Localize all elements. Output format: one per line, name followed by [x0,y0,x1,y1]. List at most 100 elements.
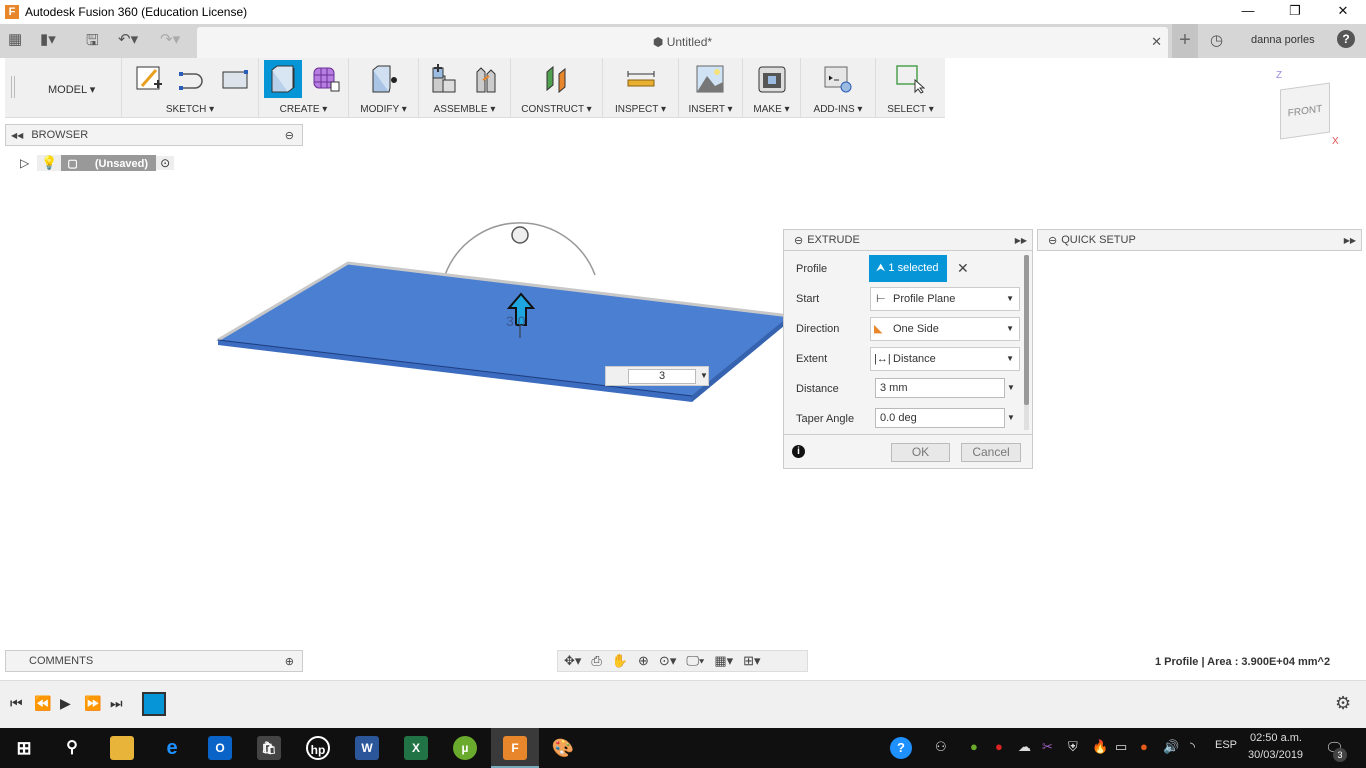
view-cube-front[interactable]: FRONT [1280,82,1330,140]
create-sketch-icon[interactable] [134,64,164,94]
viewports-icon[interactable]: ⊞▾ [743,653,760,669]
clock-date[interactable]: 30/03/2019 [1248,749,1303,761]
comments-panel-header[interactable]: COMMENTS ⊕ [5,650,303,672]
file-menu-icon[interactable]: ▮▾ [40,30,56,48]
create-menu[interactable]: CREATE [280,104,320,115]
distance-dropdown-icon[interactable]: ▼ [1007,383,1015,392]
people-icon[interactable]: ⚇ [935,739,947,755]
select-group[interactable]: SELECT ▾ [876,58,945,118]
wifi-icon[interactable]: ◝ [1190,739,1195,755]
visibility-bulb-icon[interactable]: 💡 [37,155,62,171]
dialog-scrollbar[interactable] [1024,255,1029,430]
start-dropdown[interactable]: ⊢ Profile Plane ▼ [870,287,1020,311]
select-icon[interactable] [895,64,925,94]
construct-menu[interactable]: CONSTRUCT [521,104,584,115]
step-forward-icon[interactable]: ⏩ [84,695,101,712]
3d-print-icon[interactable] [757,64,787,94]
modify-menu[interactable]: MODIFY [360,104,399,115]
form-icon[interactable] [311,64,341,94]
onenote-clip-icon[interactable]: ✂ [1042,739,1053,755]
workspace-switcher[interactable]: MODEL ▾ [5,58,122,118]
press-pull-icon[interactable] [369,64,399,94]
expand-dialog-icon[interactable]: ▶▶ [1015,236,1027,245]
line-arc-icon[interactable] [177,64,207,94]
help-tray-icon[interactable]: ? [890,737,912,759]
modify-group[interactable]: MODIFY ▾ [349,58,419,118]
cancel-button[interactable]: Cancel [961,443,1021,462]
ok-button[interactable]: OK [891,443,950,462]
addins-group[interactable]: ADD-INS ▾ [801,58,876,118]
outlook-icon[interactable]: O [208,736,232,760]
new-component-icon[interactable] [429,64,459,94]
model-plate[interactable] [200,220,800,410]
addins-menu[interactable]: ADD-INS [814,104,855,115]
distance-input[interactable]: 3 mm [875,378,1005,398]
fusion-taskbar-active[interactable]: F [491,728,539,768]
assemble-group[interactable]: ASSEMBLE ▾ [419,58,511,118]
volume-icon[interactable]: 🔊 [1163,739,1179,755]
tab-untitled[interactable]: ⬢ Untitled* ✕ [197,27,1168,58]
pan-hand-icon[interactable]: ✋ [612,653,628,669]
utorrent-icon[interactable]: µ [453,736,477,760]
grid-settings-icon[interactable]: ▦▾ [714,653,733,669]
browser-root-node[interactable]: ▷ 💡 ▢ (Unsaved) ⊙ [20,154,175,172]
insert-group[interactable]: INSERT ▾ [679,58,743,118]
quick-setup-header[interactable]: ⊖ QUICK SETUP ▶▶ [1037,229,1362,251]
mega-tray-icon[interactable]: ● [995,739,1003,754]
language-indicator[interactable]: ESP [1215,739,1237,751]
restore-button[interactable]: ❐ [1272,0,1318,24]
battery-icon[interactable]: ▭ [1115,739,1127,755]
save-icon[interactable]: 🖫 [86,30,99,55]
joint-icon[interactable] [471,64,501,94]
close-window-button[interactable]: ✕ [1320,0,1366,24]
offset-plane-icon[interactable] [543,64,573,94]
job-status-clock-icon[interactable]: ◷ [1210,31,1223,49]
direction-dropdown[interactable]: ◣ One Side ▼ [870,317,1020,341]
timeline-sketch-feature[interactable] [142,692,166,716]
inspect-menu[interactable]: INSPECT [615,104,658,115]
taper-angle-input[interactable]: 0.0 deg [875,408,1005,428]
toolbar-grip[interactable] [11,76,15,98]
expand-triangle-icon[interactable]: ▷ [20,156,29,170]
step-back-icon[interactable]: ⏪ [34,695,51,712]
collapse-icon[interactable]: ⊖ [1048,234,1057,247]
flame-tray-icon[interactable]: 🔥 [1092,739,1108,755]
file-explorer-icon[interactable] [110,736,134,760]
extent-dropdown[interactable]: |↔| Distance ▼ [870,347,1020,371]
alert-tray-icon[interactable]: ● [1140,739,1148,754]
fit-zoom-icon[interactable]: ⊙▾ [659,653,676,669]
profile-selection-button[interactable]: ⮝ 1 selected [869,255,947,282]
defender-warning-icon[interactable]: ⛨ [1068,739,1078,755]
sketch-menu[interactable]: SKETCH [166,104,207,115]
construct-group[interactable]: CONSTRUCT ▾ [511,58,603,118]
redo-icon[interactable]: ↷▾ [160,30,180,48]
search-icon[interactable]: ⚲ [60,736,84,760]
browser-minimize-icon[interactable]: ⊖ [285,129,294,142]
create-group[interactable]: CREATE ▾ [259,58,349,118]
excel-icon[interactable]: X [404,736,428,760]
help-icon[interactable]: ? [1337,30,1355,48]
insert-image-icon[interactable] [695,64,725,94]
close-tab-icon[interactable]: ✕ [1151,34,1162,50]
store-icon[interactable]: 🛍 [257,736,281,760]
zoom-icon[interactable]: ⊕ [638,653,649,669]
make-menu[interactable]: MAKE [753,104,781,115]
measure-icon[interactable] [626,64,656,94]
select-menu[interactable]: SELECT [887,104,926,115]
undo-icon[interactable]: ↶▾ [118,30,138,48]
view-cube[interactable]: Z FRONT X [1272,70,1342,150]
orbit-icon[interactable]: ✥▾ [564,653,581,669]
add-comment-icon[interactable]: ⊕ [285,655,294,668]
user-name[interactable]: danna porles [1251,34,1315,46]
play-icon[interactable]: ▶ [60,695,71,712]
look-at-icon[interactable]: ⎙ [591,653,601,669]
info-icon[interactable]: i [792,445,805,458]
make-group[interactable]: MAKE ▾ [743,58,801,118]
manipulator-dropdown-icon[interactable]: ▼ [700,371,708,380]
assemble-menu[interactable]: ASSEMBLE [434,104,488,115]
go-to-end-icon[interactable]: ⏭ [110,695,123,712]
new-tab-button[interactable]: + [1172,24,1198,58]
clock-time[interactable]: 02:50 a.m. [1250,732,1302,744]
scripts-addins-icon[interactable] [823,64,853,94]
windows-start-icon[interactable]: ⊞ [12,736,36,760]
